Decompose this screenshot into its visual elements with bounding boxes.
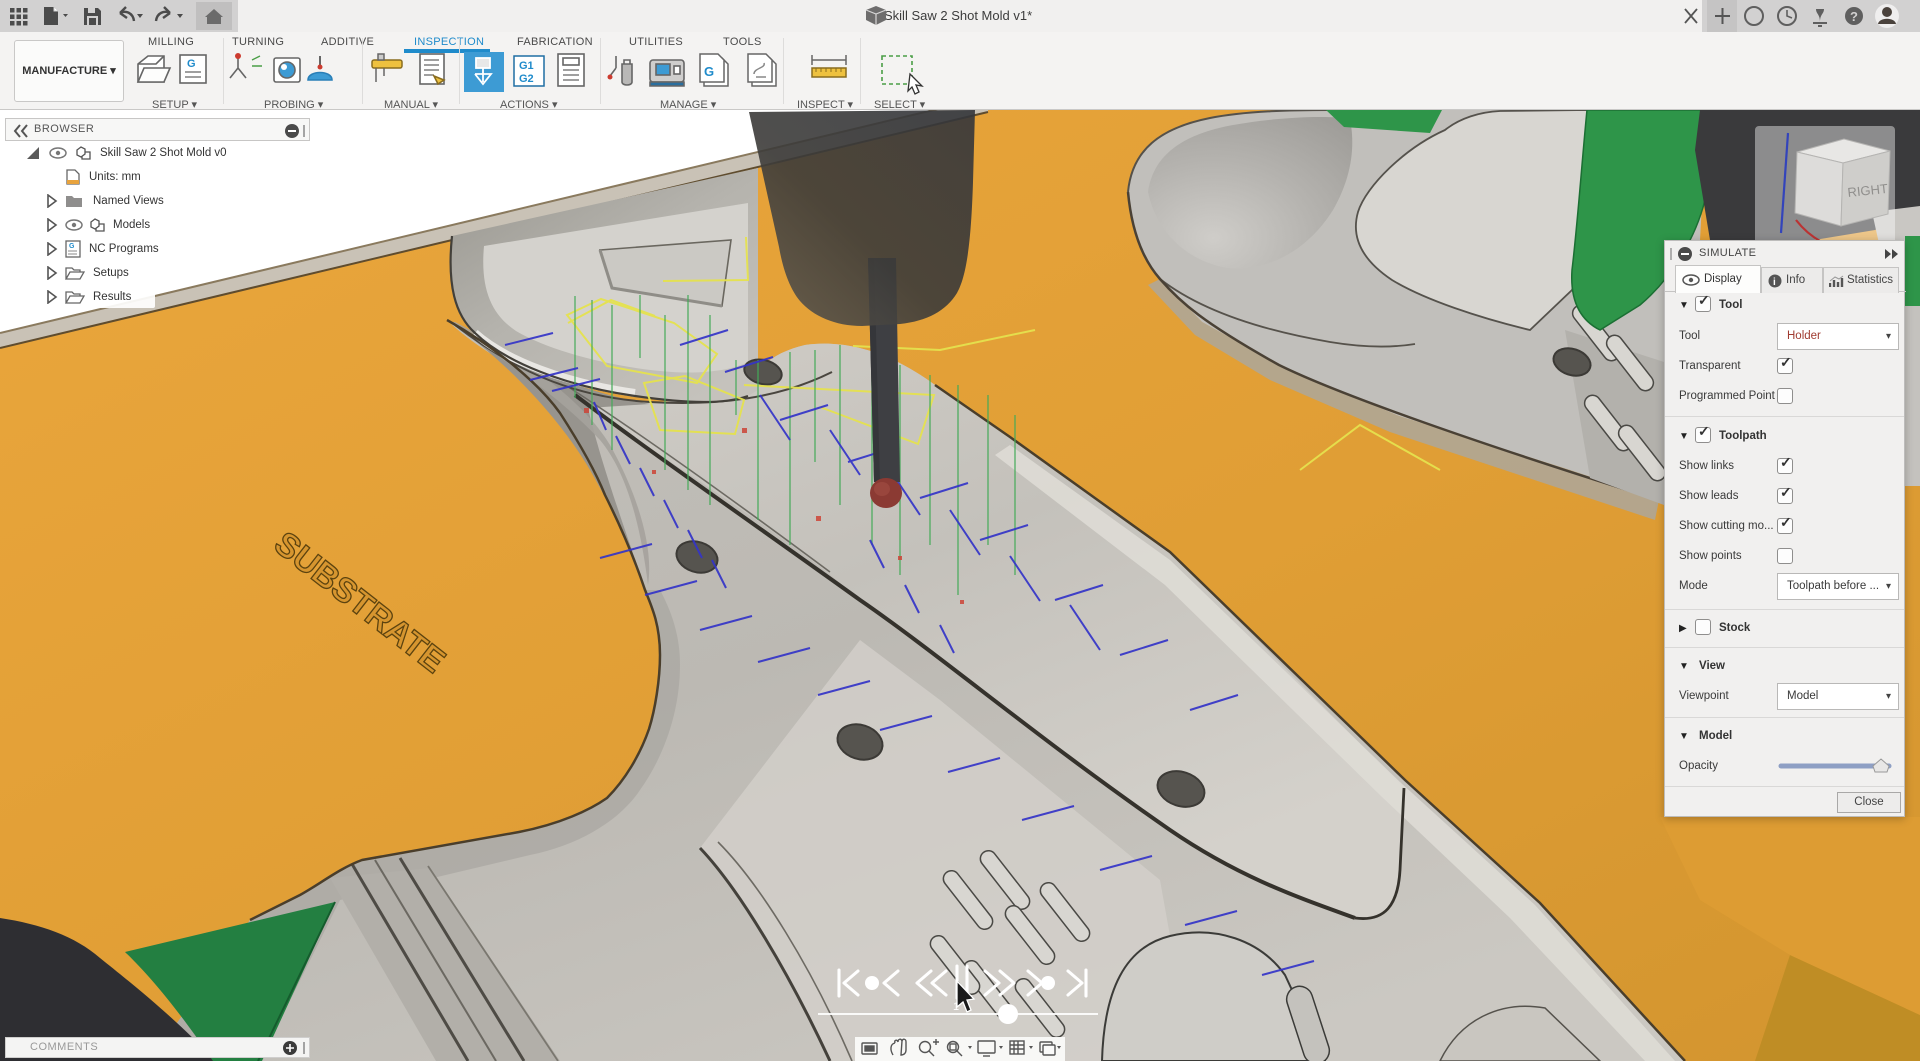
svg-text:G: G bbox=[187, 58, 196, 70]
svg-text:G: G bbox=[704, 64, 714, 79]
svg-text:G1: G1 bbox=[519, 60, 534, 72]
svg-text:G: G bbox=[69, 243, 75, 250]
svg-text:1: 1 bbox=[953, 1001, 959, 1013]
svg-text:?: ? bbox=[1850, 9, 1858, 24]
svg-text:i: i bbox=[1773, 277, 1776, 288]
svg-text:G2: G2 bbox=[519, 73, 534, 85]
